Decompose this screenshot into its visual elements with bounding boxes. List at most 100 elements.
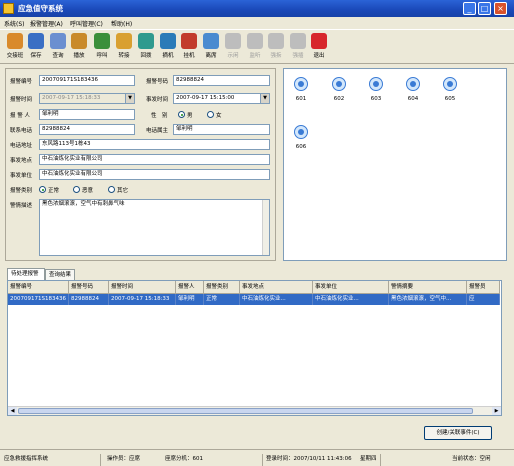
category-normal-radio[interactable] [39, 186, 46, 193]
toolbar-button-14[interactable]: 退出 [308, 33, 330, 63]
table-cell: 正常 [204, 294, 240, 305]
idle-icon [225, 33, 241, 49]
toolbar-button-8[interactable]: 挂机 [178, 33, 200, 63]
seat-602[interactable]: 602 [327, 77, 351, 102]
phone-addr-field[interactable]: 东风路113号1栋43 [39, 139, 270, 150]
toolbar-button-1[interactable]: 保存 [25, 33, 47, 63]
menu-alarm[interactable]: 报警管理(A) [30, 19, 63, 28]
column-header[interactable]: 报警人 [176, 281, 204, 294]
status-state: 当前状态：空闲 [452, 456, 491, 462]
tab-query-results[interactable]: 查询结果 [45, 269, 75, 280]
toolbar-button-11[interactable]: 监听 [244, 33, 266, 63]
close-button[interactable]: × [494, 2, 507, 15]
toolbar-button-4[interactable]: 呼叫 [91, 33, 113, 63]
tab-pending-alarms[interactable]: 待处理报警 [7, 268, 45, 280]
scroll-left-icon[interactable]: ◀ [8, 407, 17, 415]
event-time-value: 2007-09-17 15:15:00 [176, 95, 235, 101]
seat-604[interactable]: 604 [401, 77, 425, 102]
alarm-no-field[interactable]: 200709171S183436 [39, 75, 135, 86]
seat-label: 603 [370, 96, 382, 102]
window-title: 应急值守系统 [18, 4, 63, 13]
toolbar-button-3[interactable]: 播放 [68, 33, 90, 63]
gender-label: 性 别 [151, 113, 168, 119]
scroll-thumb[interactable] [18, 408, 473, 414]
event-unit-field[interactable]: 中石油炼化实业有限公司 [39, 169, 270, 180]
seat-label: 605 [444, 96, 456, 102]
column-header[interactable]: 报警员 [467, 281, 500, 294]
toolbar-button-6[interactable]: 回拨 [135, 33, 157, 63]
gender-female-label: 女 [216, 113, 222, 119]
seat-603[interactable]: 603 [364, 77, 388, 102]
desc-textarea[interactable]: 黑色浓烟滚滚，空气中有刺鼻气味 [39, 199, 270, 256]
scroll-right-icon[interactable]: ▶ [492, 407, 501, 415]
table-cell: 邹利明 [176, 294, 204, 305]
minimize-button[interactable]: _ [463, 2, 476, 15]
toolbar-button-2[interactable]: 查询 [47, 33, 69, 63]
chevron-down-icon[interactable]: ▼ [125, 94, 134, 103]
column-header[interactable]: 报警号码 [69, 281, 109, 294]
toolbar-button-0[interactable]: 交接班 [4, 33, 26, 63]
toolbar: 交接班 保存 查询 播放 呼叫 转接 回拨 摘机 挂机 离席 示闲 监听 强拆 强插 退出 [0, 29, 514, 64]
gender-female-radio[interactable] [207, 111, 214, 118]
owner-field[interactable]: 邹利明 [173, 124, 270, 135]
event-time-field[interactable]: 2007-09-17 15:15:00 ▼ [173, 93, 270, 104]
alarm-no-label: 报警编号 [10, 79, 33, 85]
alarm-form-panel: 报警编号 200709171S183436 报警号码 82988824 报警时间… [5, 68, 276, 261]
column-header[interactable]: 报警类别 [204, 281, 240, 294]
column-header[interactable]: 警情摘要 [389, 281, 467, 294]
phone-addr-label: 电话地址 [10, 143, 33, 149]
caller-no-field[interactable]: 82988824 [173, 75, 270, 86]
category-other-radio[interactable] [108, 186, 115, 193]
toolbar-button-12[interactable]: 强拆 [265, 33, 287, 63]
menu-call[interactable]: 呼叫管理(C) [70, 19, 103, 28]
menu-bar: 系统(S) 报警管理(A) 呼叫管理(C) 帮助(H) [0, 17, 514, 28]
alarm-time-field[interactable]: 2007-09-17 15:18:33 ▼ [39, 93, 135, 104]
desc-scrollbar[interactable] [262, 200, 269, 255]
table-cell: 中石油炼化实业... [313, 294, 389, 305]
toolbar-button-7[interactable]: 摘机 [157, 33, 179, 63]
away-icon [203, 33, 219, 49]
call-icon [94, 33, 110, 49]
chevron-down-icon[interactable]: ▼ [260, 94, 269, 103]
create-event-button[interactable]: 创建/关联事件(C) [424, 426, 492, 440]
event-place-field[interactable]: 中石油炼化实业有限公司 [39, 154, 270, 165]
menu-system[interactable]: 系统(S) [4, 19, 25, 28]
transfer-icon [116, 33, 132, 49]
toolbar-button-label: 播放 [73, 53, 85, 59]
toolbar-button-10[interactable]: 示闲 [222, 33, 244, 63]
caller-field[interactable]: 邹利明 [39, 109, 135, 120]
gender-male-label: 男 [187, 113, 193, 119]
category-malicious-radio[interactable] [73, 186, 80, 193]
toolbar-button-label: 呼叫 [96, 53, 108, 59]
column-header[interactable]: 事发地点 [240, 281, 313, 294]
gender-male-radio[interactable] [178, 111, 185, 118]
category-malicious-label: 恶意 [82, 188, 94, 194]
status-operator: 操作员：应席 [107, 456, 141, 462]
table-cell: 中石油炼化实业... [240, 294, 313, 305]
seat-label: 601 [295, 96, 307, 102]
table-row[interactable]: 200709171S183436 82988824 2007-09-17 15:18… [8, 294, 500, 305]
seat-605[interactable]: 605 [438, 77, 462, 102]
toolbar-button-13[interactable]: 强插 [287, 33, 309, 63]
toolbar-button-label: 查询 [52, 53, 64, 59]
menu-help[interactable]: 帮助(H) [111, 19, 132, 28]
caller-label: 报 警 人 [10, 113, 30, 119]
toolbar-button-label: 监听 [249, 53, 261, 59]
column-header[interactable]: 报警时间 [109, 281, 176, 294]
callback-icon [138, 33, 154, 49]
category-normal-label: 正常 [48, 188, 60, 194]
status-bar: 应急救援指挥系统 操作员：应席 座席分机：601 登录时间：2007/10/11… [0, 449, 514, 466]
table-hscrollbar[interactable]: ◀ ▶ [8, 406, 501, 415]
toolbar-button-9[interactable]: 离席 [200, 33, 222, 63]
toolbar-button-5[interactable]: 转接 [113, 33, 135, 63]
contact-field[interactable]: 82988824 [39, 124, 135, 135]
contact-label: 联系电话 [10, 128, 33, 134]
alarm-time-value: 2007-09-17 15:18:33 [42, 95, 101, 101]
table-cell: 2007-09-17 15:18:33 [109, 294, 176, 305]
column-header[interactable]: 报警编号 [8, 281, 69, 294]
seats-panel: 601 602 603 604 605 606 [283, 68, 507, 261]
seat-606[interactable]: 606 [289, 125, 313, 150]
maximize-button[interactable]: □ [478, 2, 491, 15]
seat-601[interactable]: 601 [289, 77, 313, 102]
column-header[interactable]: 事发单位 [313, 281, 389, 294]
